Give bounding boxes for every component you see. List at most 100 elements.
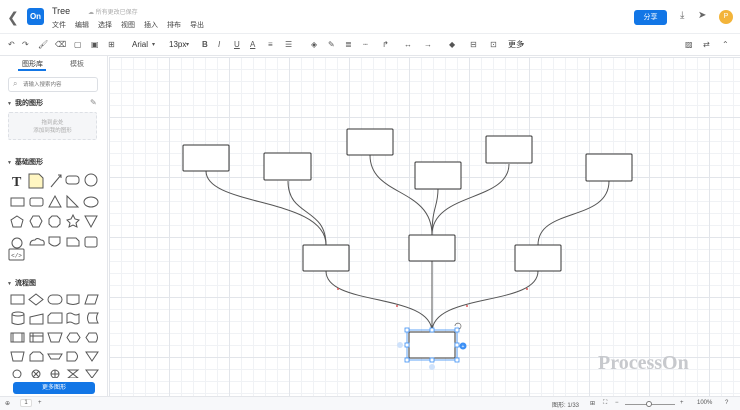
- note-shape[interactable]: [28, 173, 44, 189]
- preparation-shape[interactable]: [66, 332, 81, 343]
- my-shapes-header[interactable]: ▼ 我的图形: [7, 98, 43, 108]
- line-color-icon[interactable]: ✎: [328, 38, 335, 52]
- tree-node-box[interactable]: [514, 244, 562, 272]
- fill-color-icon[interactable]: ◈: [311, 38, 317, 52]
- page-number[interactable]: 1: [20, 399, 32, 407]
- lock-icon[interactable]: ⊟: [470, 38, 477, 52]
- send-icon[interactable]: ➤: [698, 10, 706, 21]
- document-title[interactable]: Tree: [52, 6, 70, 16]
- rectangle-shape[interactable]: [10, 197, 25, 207]
- connector-line[interactable]: [537, 180, 610, 246]
- group-icon[interactable]: ⊡: [490, 38, 497, 52]
- font-family-chevron-down-icon[interactable]: ▾: [152, 38, 155, 52]
- rounded-square-shape[interactable]: [84, 236, 98, 248]
- help-icon[interactable]: ?: [725, 400, 728, 406]
- text-valign-icon[interactable]: ☰: [285, 38, 292, 52]
- app-logo[interactable]: On: [27, 8, 44, 25]
- html-code-shape[interactable]: </>: [8, 248, 26, 262]
- menu-select[interactable]: 选择: [98, 20, 112, 30]
- fullscreen-icon[interactable]: ⛶: [603, 400, 607, 407]
- terminator-shape[interactable]: [47, 294, 63, 305]
- swap-icon[interactable]: ⇄: [703, 38, 710, 52]
- tree-node-box[interactable]: [408, 234, 456, 262]
- tab-templates[interactable]: 模板: [70, 59, 84, 69]
- circle-shape[interactable]: [84, 173, 98, 187]
- zoom-level[interactable]: 100%: [697, 400, 712, 406]
- text-shape[interactable]: T: [12, 175, 22, 190]
- tag-shape[interactable]: [66, 237, 80, 247]
- right-triangle-shape[interactable]: [66, 194, 80, 208]
- connector-line[interactable]: [431, 270, 539, 333]
- zoom-in-icon[interactable]: +: [680, 400, 684, 406]
- chevron-left-icon[interactable]: ❮: [6, 9, 20, 25]
- add-page-icon[interactable]: +: [38, 400, 42, 406]
- avatar[interactable]: P: [719, 10, 733, 24]
- arrow-line-shape[interactable]: [50, 174, 62, 188]
- octagon-shape[interactable]: [48, 215, 61, 228]
- extract-shape[interactable]: [85, 369, 99, 378]
- insert-shape-icon[interactable]: ▢: [74, 38, 82, 52]
- font-size-select[interactable]: 13px: [169, 38, 186, 52]
- end-arrow-icon[interactable]: →: [424, 38, 432, 52]
- cloud-shape[interactable]: [29, 238, 45, 246]
- connector-circle-shape[interactable]: [12, 369, 22, 378]
- collate-shape[interactable]: [66, 369, 80, 378]
- connector-line[interactable]: [325, 270, 433, 333]
- off-page-shape[interactable]: [47, 353, 63, 360]
- zoom-slider-thumb[interactable]: [646, 401, 652, 407]
- more-chevron-down-icon[interactable]: ▾: [521, 38, 524, 52]
- font-color-icon[interactable]: A: [250, 38, 255, 52]
- layers-icon[interactable]: ⊞: [590, 400, 595, 407]
- pentagon-shape[interactable]: [10, 215, 24, 228]
- undo-icon[interactable]: ↶: [8, 38, 15, 52]
- triangle-shape[interactable]: [48, 194, 62, 208]
- tree-node-box[interactable]: [263, 152, 312, 181]
- start-arrow-icon[interactable]: ↔: [404, 38, 412, 52]
- delay-shape[interactable]: [66, 351, 78, 362]
- line-width-icon[interactable]: ≣: [345, 38, 352, 52]
- stored-data-shape[interactable]: [87, 312, 99, 324]
- manual-operation-shape[interactable]: [47, 332, 63, 343]
- manual-input-shape[interactable]: [29, 313, 44, 325]
- redo-icon[interactable]: ↷: [22, 38, 29, 52]
- shape-search-input[interactable]: [23, 80, 95, 90]
- database-shape[interactable]: [11, 311, 25, 325]
- clear-format-icon[interactable]: ⌫: [55, 38, 66, 52]
- edit-icon[interactable]: ✎: [90, 98, 97, 107]
- format-painter-icon[interactable]: 🖌: [38, 38, 48, 52]
- basic-shapes-header[interactable]: ▼ 基础图形: [7, 157, 43, 167]
- font-size-chevron-down-icon[interactable]: ▾: [186, 38, 189, 52]
- tree-node-box[interactable]: [485, 135, 533, 164]
- format-panel-icon[interactable]: ▨: [685, 38, 693, 52]
- data-shape[interactable]: [84, 294, 99, 305]
- insert-link-icon[interactable]: ⊞: [108, 38, 115, 52]
- text-align-icon[interactable]: ≡: [268, 38, 273, 52]
- share-button[interactable]: 分享: [634, 10, 667, 25]
- zoom-out-icon[interactable]: −: [615, 400, 619, 406]
- page-settings-icon[interactable]: ⊕: [5, 400, 10, 407]
- tab-shape-library[interactable]: 图形库: [22, 59, 43, 69]
- tree-node-box[interactable]: [182, 144, 230, 172]
- italic-icon[interactable]: I: [218, 38, 220, 52]
- menu-view[interactable]: 视图: [121, 20, 135, 30]
- tape-shape[interactable]: [66, 312, 80, 325]
- star-shape[interactable]: [66, 213, 80, 228]
- internal-storage-shape[interactable]: [29, 332, 44, 343]
- menu-arrange[interactable]: 排布: [167, 20, 181, 30]
- loop-limit-shape[interactable]: [29, 351, 44, 362]
- font-family-select[interactable]: Arial: [132, 38, 148, 52]
- tree-node-box[interactable]: [302, 244, 350, 272]
- menu-insert[interactable]: 插入: [144, 20, 158, 30]
- underline-icon[interactable]: U: [234, 38, 240, 52]
- connector-line[interactable]: [205, 170, 327, 246]
- more-shapes-button[interactable]: 更多图形: [13, 382, 95, 394]
- bold-icon[interactable]: B: [202, 38, 208, 52]
- card-shape[interactable]: [47, 312, 63, 324]
- rounded-rect-shape[interactable]: [65, 175, 80, 185]
- ellipse-shape[interactable]: [83, 196, 99, 208]
- connector-line[interactable]: [287, 180, 327, 246]
- tree-node-box[interactable]: [585, 153, 633, 182]
- document-shape[interactable]: [66, 294, 80, 305]
- my-shapes-drop-zone[interactable]: 拖到此处 添加到我的图形: [8, 112, 97, 140]
- flowchart-header[interactable]: ▼ 流程图: [7, 278, 36, 288]
